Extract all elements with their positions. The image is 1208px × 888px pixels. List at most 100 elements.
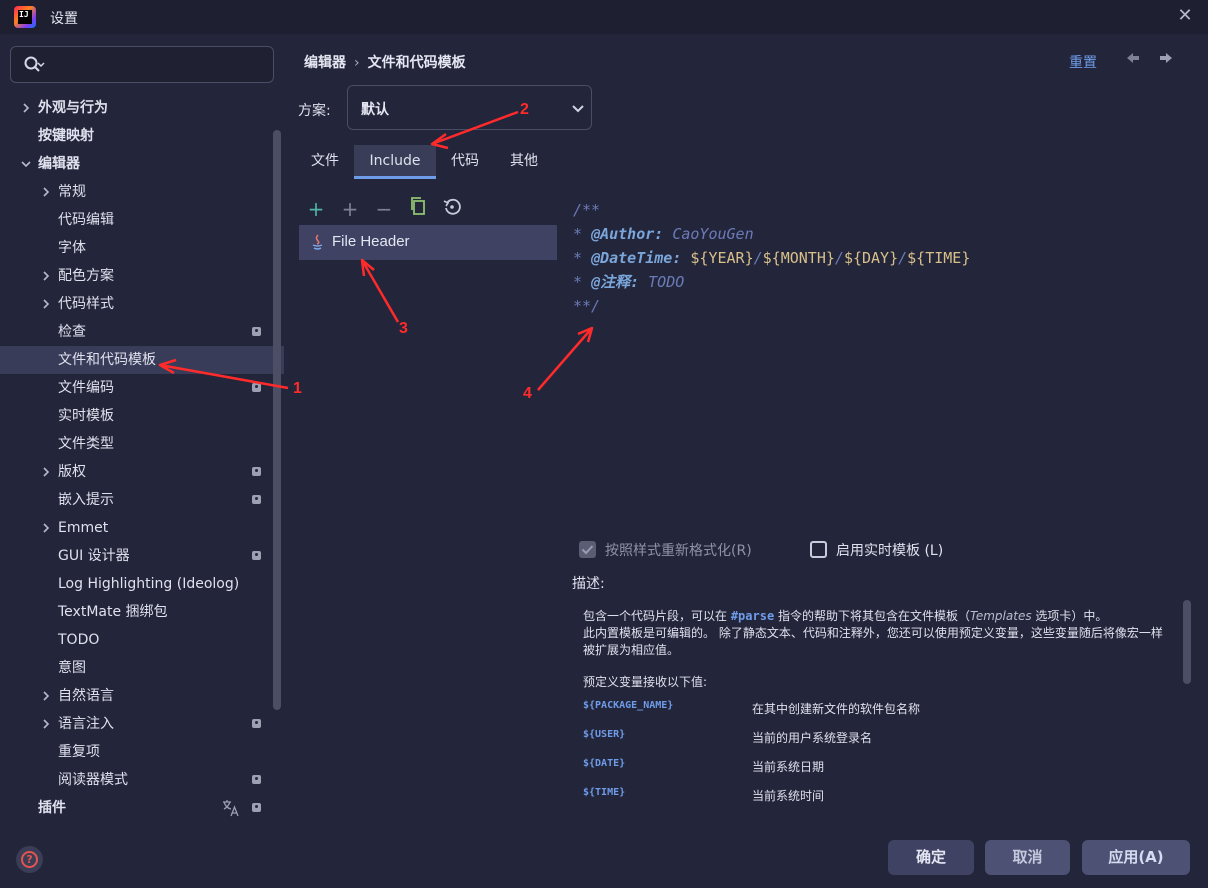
settings-sidebar: 外观与行为按键映射编辑器常规代码编辑 字体 配色方案 代码样式 检查文件和代码模板文件编… — [0, 34, 284, 888]
copy-icon — [411, 197, 425, 215]
description-paragraph: 预定义变量接收以下值: — [583, 675, 708, 689]
help-button[interactable]: ? — [16, 846, 43, 873]
project-scope-icon — [252, 467, 261, 476]
project-scope-icon — [252, 383, 261, 392]
settings-search-input[interactable] — [10, 46, 274, 83]
sidebar-item-label: 常规 — [58, 184, 86, 200]
remove-template-button[interactable]: − — [372, 196, 396, 222]
sidebar-item[interactable]: 字体 — [0, 234, 284, 262]
sidebar-item-label: GUI 设计器 — [58, 548, 130, 564]
forward-arrow-icon[interactable] — [1158, 50, 1174, 71]
chevron-right-icon[interactable] — [20, 102, 32, 114]
template-code-editor[interactable]: /** * @Author: CaoYouGen * @DateTime: ${YE… — [573, 198, 970, 318]
sidebar-item[interactable]: 嵌入提示 — [0, 486, 284, 514]
sidebar-item[interactable]: 阅读器模式 — [0, 766, 284, 794]
java-icon — [312, 234, 323, 250]
sidebar-item-label: TextMate 捆绑包 — [58, 604, 168, 620]
sidebar-item[interactable]: 实时模板 — [0, 402, 284, 430]
sidebar-item-label: 意图 — [58, 660, 86, 676]
sidebar-item[interactable]: 文件类型 — [0, 430, 284, 458]
sidebar-item-label: 语言注入 — [58, 716, 114, 732]
chevron-right-icon[interactable] — [40, 298, 52, 310]
scheme-label: 方案: — [298, 103, 331, 119]
chevron-right-icon[interactable] — [40, 186, 52, 198]
project-scope-icon — [252, 803, 261, 812]
template-list-item[interactable]: File Header — [299, 225, 557, 260]
reset-link[interactable]: 重置 — [1069, 52, 1097, 72]
annotation-arrow-4 — [537, 326, 594, 391]
project-scope-icon — [252, 327, 261, 336]
breadcrumb-editor[interactable]: 编辑器 — [304, 52, 346, 72]
sidebar-item[interactable]: 检查 — [0, 318, 284, 346]
template-name: File Header — [332, 233, 410, 250]
chevron-right-icon[interactable] — [40, 270, 52, 282]
sidebar-item[interactable]: 意图 — [0, 654, 284, 682]
scheme-value: 默认 — [361, 102, 389, 118]
back-arrow-icon[interactable] — [1125, 50, 1141, 71]
tab-other[interactable]: 其他 — [498, 145, 550, 179]
reset-template-button[interactable] — [440, 196, 464, 222]
tab-include[interactable]: Include — [354, 145, 436, 179]
annotation-arrow-3 — [360, 258, 400, 323]
description-paragraph: 此内置模板是可编辑的。 除了静态文本、代码和注释外，您还可以使用预定义变量，这些… — [583, 626, 1163, 640]
chevron-down-icon[interactable] — [20, 158, 32, 170]
sidebar-item[interactable]: TODO — [0, 626, 284, 654]
translate-icon[interactable] — [222, 799, 240, 817]
checkbox-unchecked-icon — [810, 541, 827, 558]
intellij-logo-icon: IJ — [14, 6, 36, 28]
chevron-right-icon[interactable] — [40, 466, 52, 478]
tab-code[interactable]: 代码 — [440, 145, 490, 179]
cancel-button[interactable]: 取消 — [985, 840, 1070, 875]
sidebar-item[interactable]: 按键映射 — [0, 122, 284, 150]
reset-icon — [443, 198, 461, 215]
sidebar-item[interactable]: 文件和代码模板 — [0, 346, 284, 374]
sidebar-item[interactable]: Log Highlighting (Ideolog) — [0, 570, 284, 598]
sidebar-item-label: 文件和代码模板 — [58, 352, 156, 368]
sidebar-item-label: TODO — [58, 632, 100, 648]
annotation-label-2: 2 — [520, 101, 529, 118]
breadcrumb-separator: › — [354, 55, 360, 71]
search-icon — [24, 56, 45, 72]
project-scope-icon — [252, 719, 261, 728]
sidebar-item[interactable]: 代码样式 — [0, 290, 284, 318]
project-scope-icon — [252, 775, 261, 784]
reformat-label: 按照样式重新格式化(R) — [605, 543, 752, 559]
sidebar-item[interactable]: 外观与行为 — [0, 94, 284, 122]
add-child-template-button[interactable]: + — [338, 196, 362, 222]
description-title: 描述: — [572, 576, 605, 592]
sidebar-item[interactable]: 代码编辑 — [0, 206, 284, 234]
sidebar-item[interactable]: 常规 — [0, 178, 284, 206]
apply-button[interactable]: 应用(A) — [1082, 840, 1190, 875]
annotation-label-4: 4 — [523, 385, 532, 402]
sidebar-item-label: 按键映射 — [38, 128, 94, 144]
sidebar-item[interactable]: 配色方案 — [0, 262, 284, 290]
chevron-right-icon[interactable] — [40, 690, 52, 702]
copy-template-button[interactable] — [406, 196, 430, 222]
scheme-select[interactable]: 默认 — [347, 85, 592, 130]
tab-files[interactable]: 文件 — [300, 145, 350, 179]
sidebar-item-label: 重复项 — [58, 744, 100, 760]
sidebar-item[interactable]: 语言注入 — [0, 710, 284, 738]
sidebar-item[interactable]: 插件 — [0, 794, 284, 822]
sidebar-item-label: 自然语言 — [58, 688, 114, 704]
sidebar-item[interactable]: Emmet — [0, 514, 284, 542]
sidebar-item-label: Log Highlighting (Ideolog) — [58, 576, 240, 592]
close-window-button[interactable]: ✕ — [1176, 7, 1194, 25]
description-scrollbar[interactable] — [1183, 600, 1191, 684]
sidebar-item[interactable]: TextMate 捆绑包 — [0, 598, 284, 626]
sidebar-item-label: 实时模板 — [58, 408, 114, 424]
sidebar-item[interactable]: 版权 — [0, 458, 284, 486]
ok-button[interactable]: 确定 — [888, 840, 974, 875]
sidebar-scrollbar[interactable] — [273, 130, 281, 710]
chevron-down-icon — [572, 105, 584, 113]
sidebar-item[interactable]: 编辑器 — [0, 150, 284, 178]
add-template-button[interactable]: + — [304, 196, 328, 222]
sidebar-item[interactable]: 文件编码 — [0, 374, 284, 402]
sidebar-item[interactable]: 重复项 — [0, 738, 284, 766]
sidebar-item[interactable]: 自然语言 — [0, 682, 284, 710]
sidebar-item-label: 嵌入提示 — [58, 492, 114, 508]
chevron-right-icon[interactable] — [40, 718, 52, 730]
sidebar-item-label: 外观与行为 — [38, 100, 108, 116]
sidebar-item[interactable]: GUI 设计器 — [0, 542, 284, 570]
chevron-right-icon[interactable] — [40, 522, 52, 534]
